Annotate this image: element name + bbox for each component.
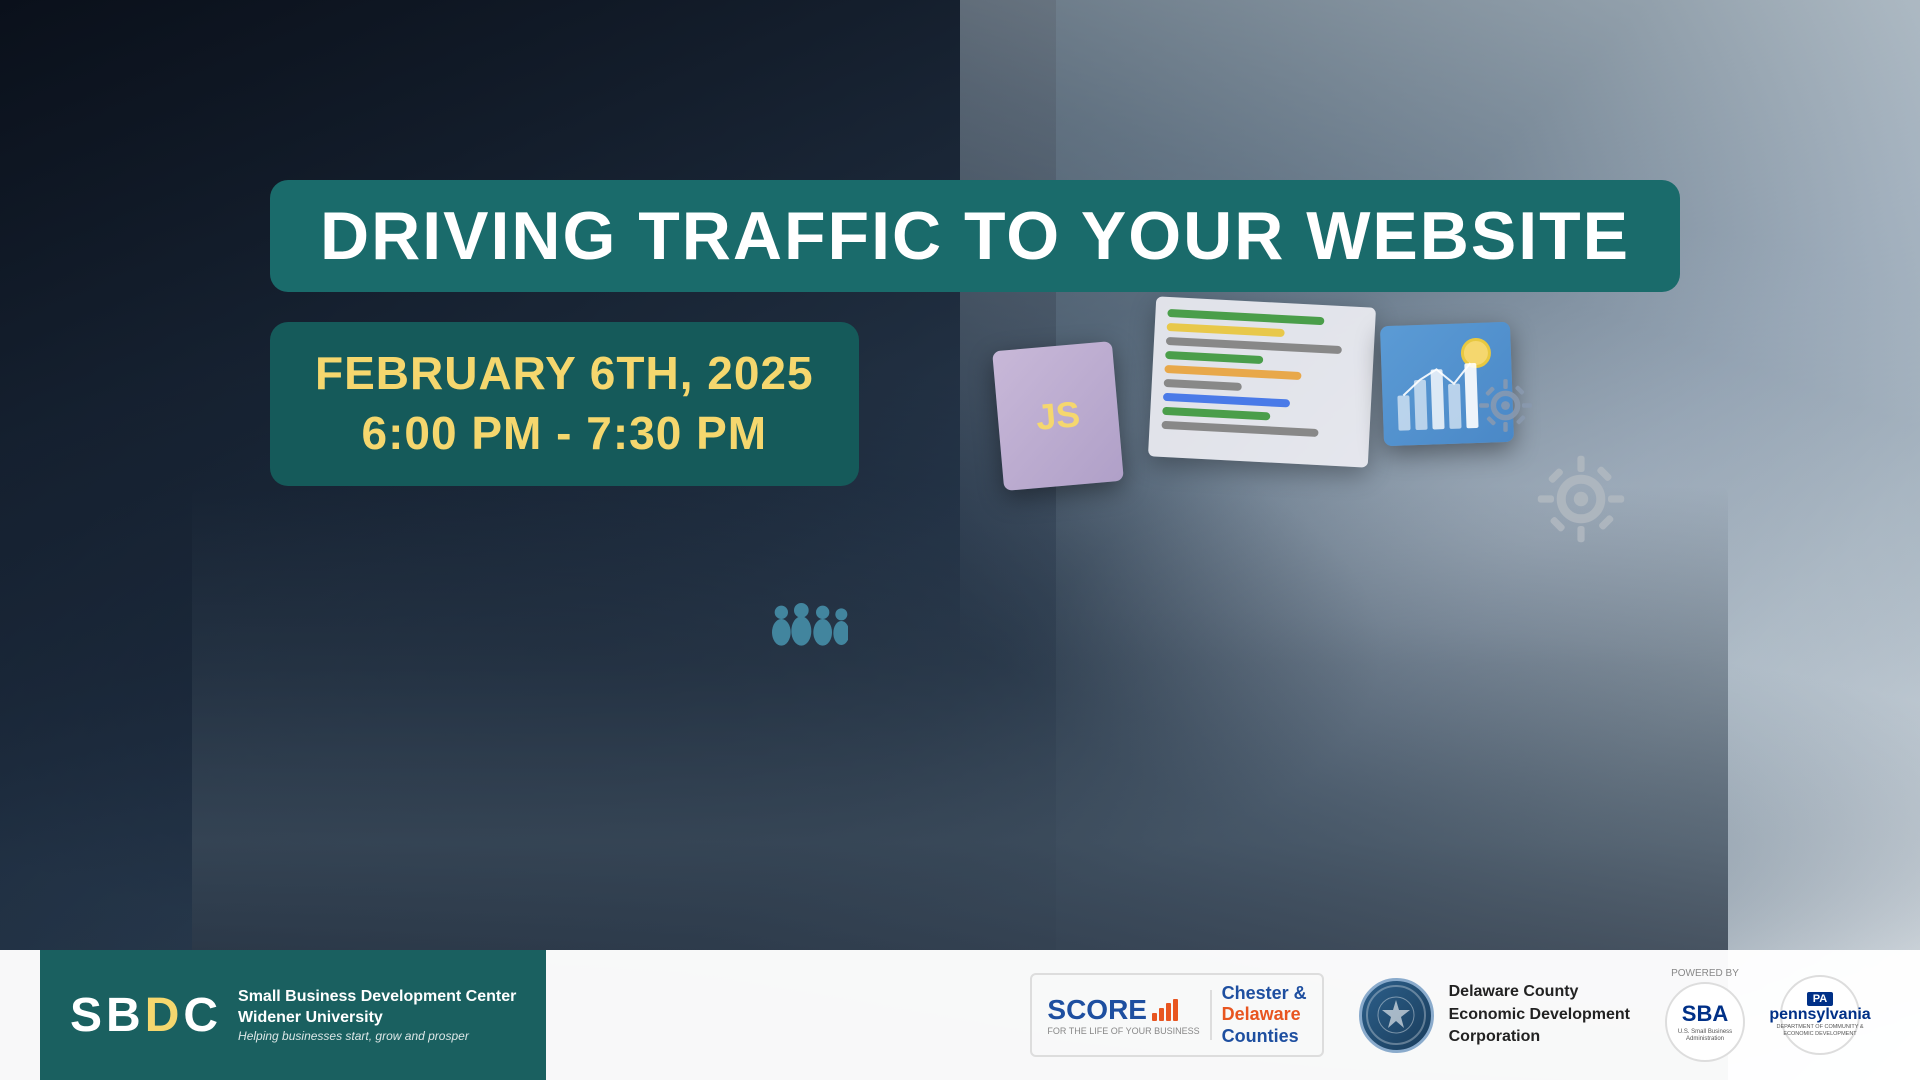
sbdc-logo: S B D C <box>70 988 218 1043</box>
event-date: FEBRUARY 6TH, 2025 <box>315 344 814 404</box>
score-brand: SCORE FOR THE LIFE OF YOUR BUSINESS <box>1047 994 1199 1036</box>
chester-delaware-text: Chester & Delaware Counties <box>1222 983 1307 1048</box>
score-waves <box>1152 999 1178 1021</box>
seal-emblem <box>1376 995 1416 1035</box>
pa-logo-inner: PA pennsylvania DEPARTMENT OF COMMUNITY … <box>1769 992 1870 1038</box>
delaware-text: Delaware <box>1222 1004 1307 1026</box>
sbdc-letter-c: C <box>183 988 218 1043</box>
date-badge: FEBRUARY 6TH, 2025 6:00 PM - 7:30 PM <box>270 322 859 486</box>
sba-logo: POWERED BY SBA U.S. Small Business Admin… <box>1665 968 1745 1062</box>
delaware-county-seal <box>1359 978 1434 1053</box>
title-badge: DRIVING TRAFFIC TO YOUR WEBSITE <box>270 180 1680 292</box>
score-name: SCORE <box>1047 994 1147 1026</box>
sba-name: SBA <box>1682 1001 1728 1027</box>
sbdc-letter-d: D <box>145 988 180 1043</box>
sbdc-tagline: Helping businesses start, grow and prosp… <box>238 1029 516 1043</box>
wave-2 <box>1159 1008 1164 1021</box>
pa-badge: PA <box>1807 992 1833 1006</box>
sbdc-university: Widener University <box>238 1008 516 1029</box>
seal-inner <box>1366 985 1426 1045</box>
sba-circle: SBA U.S. Small Business Administration <box>1665 982 1745 1062</box>
sba-tagline: U.S. Small Business Administration <box>1667 1029 1743 1043</box>
sbdc-letter-b: B <box>106 988 141 1043</box>
delaware-county-section: Delaware County Economic Development Cor… <box>1359 978 1630 1053</box>
chester-text: Chester & <box>1222 983 1307 1005</box>
score-divider <box>1210 990 1212 1040</box>
main-content: DRIVING TRAFFIC TO YOUR WEBSITE FEBRUARY… <box>0 0 1920 486</box>
score-tagline: FOR THE LIFE OF YOUR BUSINESS <box>1047 1026 1199 1036</box>
content-area: DRIVING TRAFFIC TO YOUR WEBSITE FEBRUARY… <box>0 0 1920 1080</box>
pa-logo: PA pennsylvania DEPARTMENT OF COMMUNITY … <box>1780 975 1860 1055</box>
event-time: 6:00 PM - 7:30 PM <box>315 404 814 464</box>
footer-bar: S B D C Small Business Development Cente… <box>0 950 1920 1080</box>
sbdc-letter-s: S <box>70 988 102 1043</box>
delaware-county-label: Delaware County Economic Development Cor… <box>1449 981 1630 1048</box>
sbdc-info: Small Business Development Center Widene… <box>238 987 516 1043</box>
event-title: DRIVING TRAFFIC TO YOUR WEBSITE <box>320 198 1630 274</box>
powered-by-label: POWERED BY <box>1671 968 1739 979</box>
counties-text: Counties <box>1222 1026 1307 1048</box>
wave-1 <box>1152 1013 1157 1021</box>
score-logo: SCORE FOR THE LIFE OF YOUR BUSINESS Ches… <box>1030 973 1323 1058</box>
sbdc-section: S B D C Small Business Development Cente… <box>40 950 546 1080</box>
sbdc-org-name: Small Business Development Center <box>238 987 516 1008</box>
wave-3 <box>1166 1003 1171 1021</box>
footer-logos: SCORE FOR THE LIFE OF YOUR BUSINESS Ches… <box>546 968 1880 1062</box>
wave-4 <box>1173 999 1178 1021</box>
pa-name: pennsylvania <box>1769 1006 1870 1024</box>
pa-tagline: DEPARTMENT OF COMMUNITY & ECONOMIC DEVEL… <box>1769 1024 1870 1038</box>
